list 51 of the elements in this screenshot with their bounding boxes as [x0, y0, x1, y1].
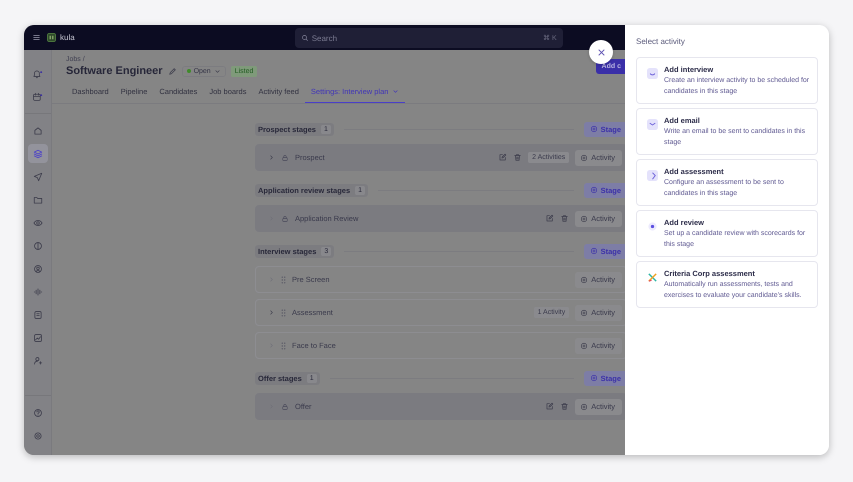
layers-icon	[32, 148, 42, 158]
waveform-icon	[32, 286, 42, 296]
lock-icon	[281, 154, 289, 162]
sidebar-item[interactable]	[28, 144, 48, 163]
job-title: Software Engineer	[66, 65, 163, 77]
chevron-icon[interactable]	[268, 154, 275, 161]
plus-circle-icon	[580, 276, 588, 284]
paper-plane-icon	[32, 172, 42, 182]
drag-handle-icon[interactable]	[281, 276, 286, 284]
close-icon	[598, 48, 604, 56]
bell-icon	[32, 68, 43, 78]
plus-circle-icon	[580, 342, 588, 350]
add-user-icon	[32, 356, 42, 366]
pencil-icon[interactable]	[168, 66, 177, 76]
plus-circle-icon	[580, 402, 588, 410]
drawer-title: Select activity	[636, 37, 686, 46]
caret-icon	[214, 68, 221, 74]
chevron-icon[interactable]	[268, 309, 275, 316]
plus-circle-icon	[590, 186, 598, 194]
plus-circle-icon	[580, 214, 588, 222]
eye-icon	[32, 218, 42, 228]
edit-icon[interactable]	[498, 153, 508, 162]
help-icon	[32, 408, 42, 418]
caret-icon	[392, 88, 400, 95]
trash-icon[interactable]	[560, 214, 570, 223]
half-circle-icon	[32, 240, 42, 250]
plus-circle-icon	[580, 308, 588, 316]
logo-icon	[47, 33, 56, 42]
lock-icon	[281, 214, 289, 222]
calendar-icon	[32, 92, 43, 102]
folder-icon	[32, 194, 42, 204]
notepad-icon	[32, 310, 42, 320]
plus-circle-icon	[590, 125, 598, 133]
plus-circle-icon	[590, 374, 598, 382]
plus-circle-icon	[580, 154, 588, 162]
trash-icon[interactable]	[560, 402, 570, 411]
trash-icon[interactable]	[513, 153, 522, 162]
home-icon	[32, 126, 42, 136]
drag-handle-icon[interactable]	[281, 308, 286, 316]
menu-icon[interactable]	[32, 33, 41, 42]
edit-icon[interactable]	[545, 402, 554, 411]
edit-icon[interactable]	[545, 214, 554, 223]
status-dot-icon	[186, 69, 191, 73]
settings-icon	[32, 430, 42, 440]
drag-handle-icon[interactable]	[281, 342, 286, 350]
search-icon	[300, 34, 309, 42]
lock-icon	[281, 402, 289, 410]
chart-icon	[32, 332, 42, 342]
app-name: kula	[60, 33, 75, 42]
user-circle-icon	[32, 264, 42, 274]
plus-circle-icon	[590, 247, 598, 255]
